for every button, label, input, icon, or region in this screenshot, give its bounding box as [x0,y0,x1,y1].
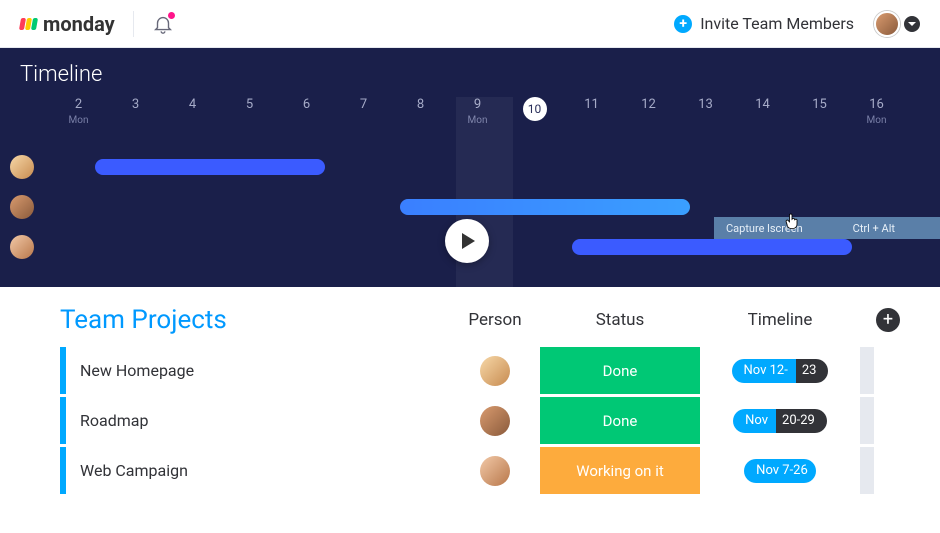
tooltip-right-text: Ctrl + Alt [853,222,895,235]
person-avatar-icon [480,356,510,386]
date-column[interactable]: 13 [677,97,734,139]
gantt-bar[interactable] [95,159,325,175]
date-num: 2 [50,97,107,112]
row-status-cell[interactable]: Done [540,347,700,394]
row-timeline-cell[interactable]: Nov 12-23 [700,347,860,394]
table-row: New Homepage Done Nov 12-23 [60,347,900,394]
user-menu[interactable] [874,11,920,37]
date-column[interactable]: 8 [392,97,449,139]
date-column[interactable]: 5 [221,97,278,139]
topbar: monday + Invite Team Members [0,0,940,48]
date-num: 6 [278,97,335,112]
date-num: 12 [620,97,677,112]
plus-circle-icon: + [674,15,692,33]
date-num: 15 [791,97,848,112]
date-day: Mon [69,115,89,126]
date-column[interactable]: 16 Mon [848,97,905,139]
user-avatar-icon [874,11,900,37]
timeline-pill-left: Nov 12- [732,359,796,383]
date-num: 13 [677,97,734,112]
cursor-hand-icon [782,211,802,231]
date-num: 7 [335,97,392,112]
date-num: 5 [221,97,278,112]
date-column[interactable]: 12 [620,97,677,139]
gantt-bar[interactable] [400,199,690,215]
today-pill: 10 [523,97,547,121]
timeline-pill-left: Nov [733,409,776,433]
timeline-pill: Nov 12-23 [732,359,829,383]
row-avatar-icon [10,195,34,219]
row-person-cell[interactable] [450,347,540,394]
add-column-button[interactable]: + [876,308,900,332]
date-column[interactable]: 2 Mon [50,97,107,139]
row-name-cell[interactable]: Roadmap [66,397,450,444]
date-column[interactable]: 14 [734,97,791,139]
date-column[interactable]: 4 [164,97,221,139]
gantt-row [50,147,940,187]
date-num: 16 [848,97,905,112]
column-header-timeline[interactable]: Timeline [700,310,860,330]
play-button[interactable] [445,219,489,263]
timeline-pill: Nov 7-26 [744,459,816,483]
date-num: 11 [563,97,620,112]
board-header: Team Projects Person Status Timeline + [60,305,900,335]
row-person-cell[interactable] [450,447,540,494]
date-column[interactable]: 6 [278,97,335,139]
row-timeline-cell[interactable]: Nov20-29 [700,397,860,444]
chevron-down-icon [904,16,920,32]
row-end-cap [860,447,874,494]
date-column[interactable]: 7 [335,97,392,139]
invite-label: Invite Team Members [700,14,854,33]
timeline-pill-right: 23 [796,359,829,383]
person-avatar-icon [480,406,510,436]
invite-team-button[interactable]: + Invite Team Members [674,14,854,33]
row-end-cap [860,347,874,394]
date-column[interactable]: 15 [791,97,848,139]
gantt-bar[interactable] [572,239,852,255]
date-column[interactable]: 11 [563,97,620,139]
row-end-cap [860,397,874,444]
row-timeline-cell[interactable]: Nov 7-26 [700,447,860,494]
bell-icon[interactable] [152,13,174,35]
date-day: Mon [867,115,887,126]
row-status-cell[interactable]: Working on it [540,447,700,494]
row-avatar-icon [10,155,34,179]
date-num: 8 [392,97,449,112]
timeline-pill-left: Nov 7-26 [744,459,816,483]
logo-text: monday [43,12,115,36]
row-person-cell[interactable] [450,397,540,444]
table-row: Web Campaign Working on it Nov 7-26 [60,447,900,494]
gantt-area: Capture lscreen Ctrl + Alt [0,139,940,267]
column-header-status[interactable]: Status [540,310,700,330]
capture-tooltip: Capture lscreen Ctrl + Alt [714,217,940,239]
timeline-pill-right: 20-29 [776,409,827,433]
date-num: 14 [734,97,791,112]
timeline-title: Timeline [0,48,940,97]
logo-dots-icon [20,18,37,30]
person-avatar-icon [480,456,510,486]
topbar-divider [133,11,134,37]
date-num: 4 [164,97,221,112]
date-column[interactable]: 3 [107,97,164,139]
timeline-section: Timeline 2Mon3456789Mon10111213141516Mon… [0,48,940,287]
timeline-pill: Nov20-29 [733,409,827,433]
board-title[interactable]: Team Projects [60,305,450,335]
date-column[interactable]: 10 [506,97,563,139]
board-section: Team Projects Person Status Timeline + N… [0,287,940,494]
row-name-cell[interactable]: New Homepage [66,347,450,394]
app-logo[interactable]: monday [20,12,115,36]
column-header-person[interactable]: Person [450,310,540,330]
notification-dot-icon [167,11,176,20]
row-status-cell[interactable]: Done [540,397,700,444]
table-row: Roadmap Done Nov20-29 [60,397,900,444]
row-avatar-icon [10,235,34,259]
row-name-cell[interactable]: Web Campaign [66,447,450,494]
date-num: 3 [107,97,164,112]
